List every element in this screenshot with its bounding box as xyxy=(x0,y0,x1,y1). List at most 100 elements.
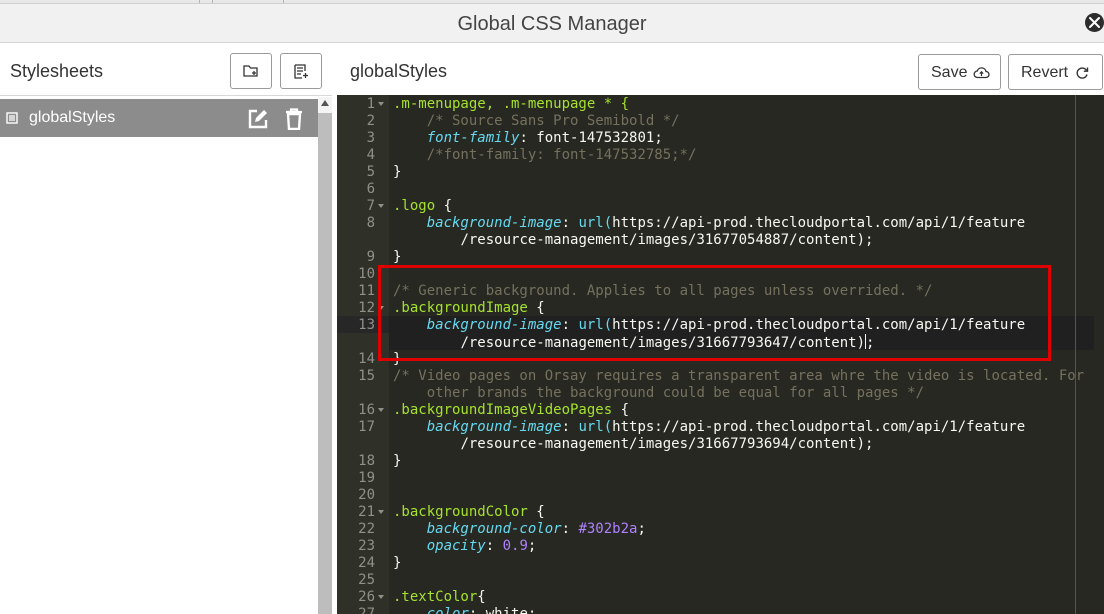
tab-divider xyxy=(283,0,284,3)
code-line: background-color: #302b2a; xyxy=(426,521,646,537)
trash-icon[interactable] xyxy=(285,108,303,130)
css-comment: /*font-family: font-147532785;*/ xyxy=(426,147,697,163)
stylesheet-name: globalStyles xyxy=(29,109,116,126)
stylesheets-header: Stylesheets xyxy=(0,43,332,96)
line-number: 12 xyxy=(358,300,375,316)
code-line: other brands the background could be equ… xyxy=(393,385,924,402)
code-line: } xyxy=(393,453,401,470)
css-property: font-family xyxy=(426,130,520,146)
new-folder-button[interactable] xyxy=(230,53,272,89)
new-file-icon xyxy=(294,64,308,79)
code-line: /* Generic background. Applies to all pa… xyxy=(393,283,932,300)
line-number: 25 xyxy=(358,572,375,588)
line-number: 10 xyxy=(358,266,375,282)
line-number: 9 xyxy=(366,249,375,265)
print-margin xyxy=(1075,95,1076,614)
code-line: font-family: font-147532801; xyxy=(426,130,663,146)
close-button[interactable] xyxy=(1085,13,1104,32)
line-number: 24 xyxy=(358,555,375,571)
css-selector: .logo xyxy=(393,198,436,214)
revert-button[interactable]: Revert xyxy=(1008,54,1103,90)
css-value: #302b2a xyxy=(578,521,638,537)
refresh-icon xyxy=(1076,67,1089,79)
line-number: 13 xyxy=(358,317,375,333)
stylesheet-list: globalStyles xyxy=(0,97,318,614)
line-number: 5 xyxy=(366,164,375,180)
save-button-label: Save xyxy=(931,64,968,81)
css-comment: /* Video pages on Orsay requires a trans… xyxy=(393,368,1085,384)
code-line: background-image: url(https://api-prod.t… xyxy=(426,419,1026,435)
code-brace: } xyxy=(393,555,402,571)
fold-toggle-icon[interactable] xyxy=(378,408,384,412)
editor-title: globalStyles xyxy=(350,61,448,81)
line-number: 27 xyxy=(358,606,375,614)
line-number: 14 xyxy=(358,351,375,367)
scrollbar-thumb[interactable] xyxy=(318,113,332,614)
save-button[interactable]: Save xyxy=(918,54,1001,90)
revert-button-label: Revert xyxy=(1021,64,1069,81)
code-line: } xyxy=(393,555,401,572)
line-number: 20 xyxy=(358,487,375,503)
line-number: 2 xyxy=(366,113,375,129)
fold-toggle-icon[interactable] xyxy=(378,595,384,599)
line-number: 17 xyxy=(358,419,375,435)
code-line: .m-menupage, .m-menupage * { xyxy=(393,96,629,113)
css-function: url( xyxy=(578,419,613,435)
code-line: background-image: url(https://api-prod.t… xyxy=(426,215,1026,231)
css-selector: .backgroundColor xyxy=(393,504,528,520)
list-item[interactable]: globalStyles xyxy=(0,99,318,137)
fold-toggle-icon[interactable] xyxy=(378,204,384,208)
cloud-upload-icon xyxy=(973,67,990,79)
css-function: url( xyxy=(578,317,613,333)
css-comment: other brands the background could be equ… xyxy=(426,385,925,401)
fold-toggle-icon[interactable] xyxy=(378,102,384,106)
line-number: 21 xyxy=(358,504,375,520)
css-value: 0.9 xyxy=(502,538,528,554)
edit-icon[interactable] xyxy=(247,108,269,130)
line-number: 23 xyxy=(358,538,375,554)
line-number: 6 xyxy=(366,181,375,197)
code-line: /*font-family: font-147532785;*/ xyxy=(393,147,697,164)
code-line: /* Source Sans Pro Semibold */ xyxy=(393,113,680,130)
css-url: /resource-management/images/31667793694/… xyxy=(460,436,857,452)
stylesheets-panel: Stylesheets globalStyles xyxy=(0,43,332,614)
css-comment: /* Source Sans Pro Semibold */ xyxy=(426,113,680,129)
css-url: https://api-prod.thecloudportal.com/api/… xyxy=(612,317,1026,333)
close-icon xyxy=(1089,17,1100,28)
code-line: /resource-management/images/31667793647/… xyxy=(460,334,875,351)
file-icon xyxy=(6,112,18,124)
code-line: .backgroundImage { xyxy=(393,300,545,316)
css-comment: /* Generic background. Applies to all pa… xyxy=(393,283,933,299)
fold-toggle-icon[interactable] xyxy=(378,510,384,514)
code-line: opacity: 0.9; xyxy=(426,538,537,554)
code-content[interactable]: .m-menupage, .m-menupage * { /* Source S… xyxy=(393,95,1084,614)
css-selector: .m-menupage, .m-menupage * { xyxy=(393,96,630,112)
line-number: 7 xyxy=(366,198,375,214)
scroll-up-arrow-icon[interactable] xyxy=(321,100,329,106)
css-property: background-image xyxy=(426,215,562,231)
css-property: color xyxy=(426,606,469,614)
tab-divider xyxy=(212,0,213,3)
new-file-button[interactable] xyxy=(280,53,322,89)
line-number: 22 xyxy=(358,521,375,537)
css-url: /resource-management/images/31667793647/… xyxy=(460,335,857,351)
line-number: 8 xyxy=(366,215,375,231)
code-line: } xyxy=(393,351,401,368)
code-brace: } xyxy=(393,164,402,180)
css-value: font-147532801 xyxy=(536,130,655,146)
code-line: color: white; xyxy=(393,606,537,614)
code-editor[interactable]: 1 2 3 4 5 6 7 8 9 10 11 12 13 14 15 16 1… xyxy=(337,95,1104,614)
css-selector: .backgroundImageVideoPages xyxy=(393,402,613,418)
line-number: 26 xyxy=(358,589,375,605)
title-bar: Global CSS Manager xyxy=(0,4,1104,43)
css-url: https://api-prod.thecloudportal.com/api/… xyxy=(612,419,1026,435)
list-scrollbar[interactable] xyxy=(318,97,332,614)
css-value: white xyxy=(485,606,528,614)
css-property: background-color xyxy=(426,521,562,537)
fold-toggle-icon[interactable] xyxy=(378,306,384,310)
line-number: 11 xyxy=(358,283,375,299)
code-line: .backgroundColor { xyxy=(393,504,545,520)
code-line: } xyxy=(393,164,401,181)
editor-right-edge xyxy=(1094,95,1104,614)
line-number: 3 xyxy=(366,130,375,146)
